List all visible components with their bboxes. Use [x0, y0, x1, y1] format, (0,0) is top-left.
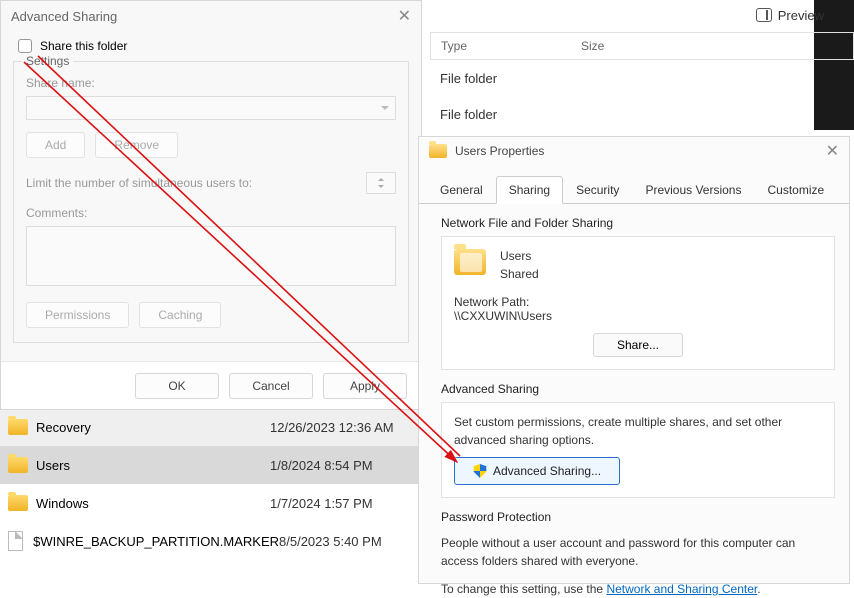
tab-sharing[interactable]: Sharing [496, 176, 563, 204]
properties-tabs: General Sharing Security Previous Versio… [419, 175, 849, 204]
item-date: 1/7/2024 1:57 PM [270, 496, 420, 511]
close-icon[interactable]: ✕ [398, 6, 411, 26]
checkbox-icon[interactable] [18, 39, 32, 53]
item-date: 12/26/2023 12:36 AM [270, 420, 420, 435]
share-button[interactable]: Share... [593, 333, 683, 357]
chevron-up-icon[interactable] [367, 173, 395, 183]
nfs-section-title: Network File and Folder Sharing [441, 216, 835, 230]
column-size[interactable]: Size [571, 39, 671, 53]
chevron-down-icon[interactable] [367, 183, 395, 193]
list-item[interactable]: Users 1/8/2024 8:54 PM [0, 446, 420, 484]
explorer-toolbar: Preview [430, 0, 854, 30]
users-properties-dialog: Users Properties ✕ General Sharing Secur… [418, 136, 850, 584]
list-item[interactable]: $WINRE_BACKUP_PARTITION.MARKER 8/5/2023 … [0, 522, 420, 560]
file-type-rows: File folder File folder [430, 60, 854, 132]
column-type[interactable]: Type [431, 39, 571, 53]
folder-icon [8, 419, 28, 435]
list-item[interactable]: Recovery 12/26/2023 12:36 AM [0, 408, 420, 446]
tab-security[interactable]: Security [563, 176, 632, 204]
file-row[interactable]: File folder [430, 96, 854, 132]
advanced-sharing-button[interactable]: Advanced Sharing... [454, 457, 620, 485]
ok-button[interactable]: OK [135, 373, 219, 399]
share-folder-label: Share this folder [40, 39, 127, 53]
item-name: Windows [36, 496, 270, 511]
share-name-combo[interactable] [26, 96, 396, 120]
column-headers[interactable]: Type Size [430, 32, 854, 60]
limit-users-label: Limit the number of simultaneous users t… [26, 176, 252, 190]
folder-shared-icon [454, 249, 486, 275]
file-icon [8, 531, 23, 551]
tab-previous-versions[interactable]: Previous Versions [632, 176, 754, 204]
close-icon[interactable]: ✕ [826, 141, 839, 161]
folder-name: Users [500, 247, 539, 265]
advanced-sharing-desc: Set custom permissions, create multiple … [454, 413, 822, 449]
item-name: Users [36, 458, 270, 473]
remove-button[interactable]: Remove [95, 132, 178, 158]
dialog-titlebar[interactable]: Users Properties ✕ [419, 137, 849, 165]
password-protection-title: Password Protection [441, 510, 835, 524]
folder-icon [429, 144, 447, 158]
item-date: 8/5/2023 5:40 PM [279, 534, 420, 549]
folder-icon [8, 495, 28, 511]
file-row[interactable]: File folder [430, 60, 854, 96]
cancel-button[interactable]: Cancel [229, 373, 313, 399]
folder-icon [8, 457, 28, 473]
comments-textarea[interactable] [26, 226, 396, 286]
pp-change-prefix: To change this setting, use the [441, 582, 606, 596]
apply-button[interactable]: Apply [323, 373, 407, 399]
item-date: 1/8/2024 8:54 PM [270, 458, 420, 473]
explorer-left-rows: Recovery 12/26/2023 12:36 AM Users 1/8/2… [0, 408, 420, 560]
settings-group: Settings Share name: Add Remove Limit th… [13, 61, 409, 343]
settings-legend: Settings [22, 54, 73, 68]
list-item[interactable]: Windows 1/7/2024 1:57 PM [0, 484, 420, 522]
share-name-label: Share name: [26, 76, 396, 90]
nfs-section: Users Shared Network Path: \\CXXUWIN\Use… [441, 236, 835, 370]
network-path-label: Network Path: [454, 295, 822, 309]
dialog-title: Users Properties [455, 144, 544, 158]
comments-label: Comments: [26, 206, 396, 220]
network-sharing-center-link[interactable]: Network and Sharing Center [606, 582, 757, 596]
dialog-titlebar[interactable]: Advanced Sharing ✕ [1, 1, 421, 31]
password-protection-desc: People without a user account and passwo… [441, 534, 835, 570]
advanced-sharing-section: Set custom permissions, create multiple … [441, 402, 835, 498]
caching-button[interactable]: Caching [139, 302, 221, 328]
password-protection-change: To change this setting, use the Network … [441, 580, 835, 598]
preview-icon [756, 8, 772, 22]
limit-users-stepper[interactable] [366, 172, 396, 194]
add-button[interactable]: Add [26, 132, 85, 158]
dialog-title: Advanced Sharing [11, 9, 117, 24]
shared-status: Shared [500, 265, 539, 283]
advanced-sharing-dialog: Advanced Sharing ✕ Share this folder Set… [0, 0, 422, 410]
permissions-button[interactable]: Permissions [26, 302, 129, 328]
password-protection-section: People without a user account and passwo… [441, 530, 835, 598]
advanced-sharing-button-label: Advanced Sharing... [493, 464, 601, 478]
shield-icon [473, 464, 487, 478]
share-folder-checkbox-row[interactable]: Share this folder [18, 39, 409, 53]
tab-customize[interactable]: Customize [754, 176, 837, 204]
pp-change-suffix: . [757, 582, 760, 596]
preview-label: Preview [778, 8, 824, 23]
dialog-footer: OK Cancel Apply [1, 361, 421, 409]
preview-pane-toggle[interactable]: Preview [756, 8, 824, 23]
advanced-sharing-section-title: Advanced Sharing [441, 382, 835, 396]
network-path-value: \\CXXUWIN\Users [454, 309, 822, 323]
item-name: $WINRE_BACKUP_PARTITION.MARKER [33, 534, 279, 549]
tab-general[interactable]: General [427, 176, 496, 204]
item-name: Recovery [36, 420, 270, 435]
